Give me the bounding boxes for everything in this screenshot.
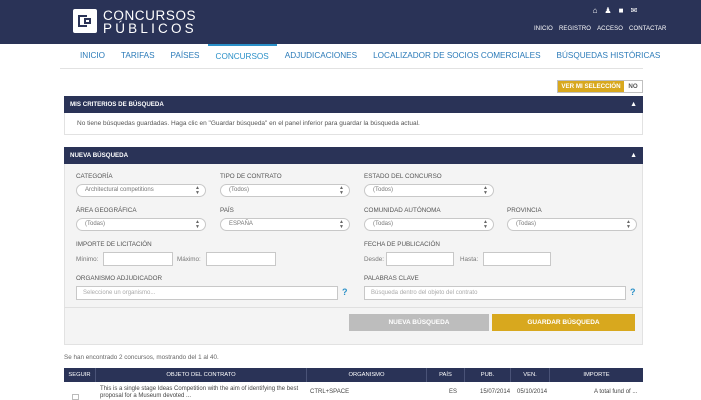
palabras-placeholder: Búsqueda dentro del objeto del contrato [371,290,478,296]
lock-icon[interactable]: ■ [617,7,625,15]
tipo-contrato-value: (Todos) [229,187,250,193]
importe-label: IMPORTE DE LICITACIÓN [76,241,152,248]
importe-min-label: Mínimo: [76,256,99,263]
row-pais: ES [449,389,458,395]
col-ven[interactable]: VEN. [511,368,550,382]
logo-icon[interactable] [73,9,97,33]
comunidad-select[interactable]: (Todas) ▲ ▼ [364,218,494,231]
pais-value: ESPAÑA [229,221,253,227]
tipo-contrato-label: TIPO DE CONTRATO [220,173,282,180]
nav-inicio[interactable]: INICIO [72,44,113,68]
collapse-caret-icon[interactable]: ▲ [630,147,637,164]
pais-label: PAÍS [220,207,234,214]
search-panel-header[interactable]: NUEVA BÚSQUEDA ▲ [64,147,643,164]
palabras-help-icon[interactable]: ? [630,287,636,297]
site-header: CONCURSOS PÚBLICOS ⌂ ♟ ■ ✉ INICIO REGIST… [0,0,701,44]
categoria-select[interactable]: Architectural competitions ▲ ▼ [76,184,206,197]
estado-label: ESTADO DEL CONCURSO [364,173,442,180]
nav-divider [60,68,643,69]
select-arrows-icon: ▲ ▼ [483,219,488,230]
importe-max-label: Máximo: [177,256,201,263]
row-importe: A total fund of ... [594,389,638,395]
select-arrows-icon: ▲ ▼ [339,185,344,196]
top-link-inicio[interactable]: INICIO [534,26,553,32]
provincia-select[interactable]: (Todas) ▲ ▼ [507,218,637,231]
provincia-label: PROVINCIA [507,207,542,214]
criteria-panel-header[interactable]: MIS CRITERIOS DE BÚSQUEDA ▲ [64,96,643,113]
col-organismo[interactable]: ORGANISMO [307,368,427,382]
estado-select[interactable]: (Todos) ▲ ▼ [364,184,494,197]
main-nav: INICIO TARIFAS PAÍSES CONCURSOS ADJUDICA… [72,44,668,68]
nav-adjudicaciones[interactable]: ADJUDICACIONES [277,44,365,68]
follow-checkbox[interactable] [72,394,79,400]
top-link-registro[interactable]: REGISTRO [559,26,591,32]
search-divider [64,307,643,308]
criteria-panel-title: MIS CRITERIOS DE BÚSQUEDA [70,101,164,108]
top-link-acceso[interactable]: ACCESO [597,26,623,32]
select-arrows-icon: ▲ ▼ [339,219,344,230]
select-arrows-icon: ▲ ▼ [626,219,631,230]
palabras-label: PALABRAS CLAVE [364,275,419,282]
top-icons: ⌂ ♟ ■ ✉ [591,7,638,15]
save-search-button[interactable]: GUARDAR BÚSQUEDA [492,314,635,331]
row-organismo: CTRL+SPACE [310,389,350,395]
comunidad-value: (Todas) [373,221,394,227]
new-search-button[interactable]: NUEVA BÚSQUEDA [349,314,489,331]
provincia-value: (Todas) [516,221,537,227]
select-arrows-icon: ▲ ▼ [195,185,200,196]
toggle-on-label[interactable]: VER MI SELECCIÓN [558,81,624,92]
pais-select[interactable]: ESPAÑA ▲ ▼ [220,218,350,231]
organismo-placeholder: Seleccione un organismo... [83,290,156,296]
fecha-label: FECHA DE PUBLICACIÓN [364,241,440,248]
importe-min-input[interactable] [103,252,173,266]
toggle-off-label[interactable]: NO [624,81,642,92]
nav-concursos[interactable]: CONCURSOS [207,44,277,68]
tipo-contrato-select[interactable]: (Todos) ▲ ▼ [220,184,350,197]
select-arrows-icon: ▲ ▼ [483,185,488,196]
categoria-value: Architectural competitions [85,187,154,193]
comunidad-label: COMUNIDAD AUTÓNOMA [364,207,441,214]
fecha-desde-input[interactable] [386,252,454,266]
estado-value: (Todos) [373,187,394,193]
organismo-input[interactable]: Seleccione un organismo... [76,286,338,300]
selection-toggle[interactable]: VER MI SELECCIÓN NO [557,80,643,93]
importe-max-input[interactable] [206,252,276,266]
mail-icon[interactable]: ✉ [630,7,638,15]
row-objeto-line2[interactable]: proposal for a Museum devoted ... [100,393,191,399]
fecha-hasta-input[interactable] [483,252,551,266]
row-objeto-line1[interactable]: This is a single stage Ideas Competition… [100,386,298,392]
row-pub: 15/07/2014 [480,389,511,395]
col-objeto[interactable]: OBJETO DEL CONTRATO [96,368,307,382]
criteria-panel-body: No tiene búsquedas guardadas. Haga clic … [64,113,643,135]
user-icon[interactable]: ♟ [604,7,612,15]
area-label: ÁREA GEOGRÁFICA [76,207,137,214]
nav-tarifas[interactable]: TARIFAS [113,44,163,68]
search-panel-title: NUEVA BÚSQUEDA [70,152,129,159]
home-icon[interactable]: ⌂ [591,7,599,15]
criteria-message: No tiene búsquedas guardadas. Haga clic … [77,120,420,127]
palabras-input[interactable]: Búsqueda dentro del objeto del contrato [364,286,626,300]
nav-paises[interactable]: PAÍSES [163,44,208,68]
nav-busquedas-historicas[interactable]: BÚSQUEDAS HISTÓRICAS [549,44,669,68]
top-link-contactar[interactable]: CONTACTAR [629,26,666,32]
nav-localizador[interactable]: LOCALIZADOR DE SOCIOS COMERCIALES [365,44,548,68]
col-pais[interactable]: PAÍS [427,368,465,382]
organismo-label: ORGANISMO ADJUDICADOR [76,275,163,282]
area-select[interactable]: (Todas) ▲ ▼ [76,218,206,231]
select-arrows-icon: ▲ ▼ [195,219,200,230]
col-importe[interactable]: IMPORTE [550,368,643,382]
col-pub[interactable]: PUB. [465,368,511,382]
organismo-help-icon[interactable]: ? [342,287,348,297]
categoria-label: CATEGORÍA [76,173,113,180]
col-seguir[interactable]: SEGUIR [64,368,96,382]
collapse-caret-icon[interactable]: ▲ [630,96,637,113]
row-ven: 05/10/2014 [517,389,548,395]
area-value: (Todas) [85,221,106,227]
fecha-desde-label: Desde: [364,256,384,263]
top-links: INICIO REGISTRO ACCESO CONTACTAR [534,26,666,32]
fecha-hasta-label: Hasta: [460,256,479,263]
results-count: Se han encontrado 2 concursos, mostrando… [64,354,219,361]
results-table-header: SEGUIR OBJETO DEL CONTRATO ORGANISMO PAÍ… [64,368,643,382]
logo-text-line2[interactable]: PÚBLICOS [103,22,197,36]
